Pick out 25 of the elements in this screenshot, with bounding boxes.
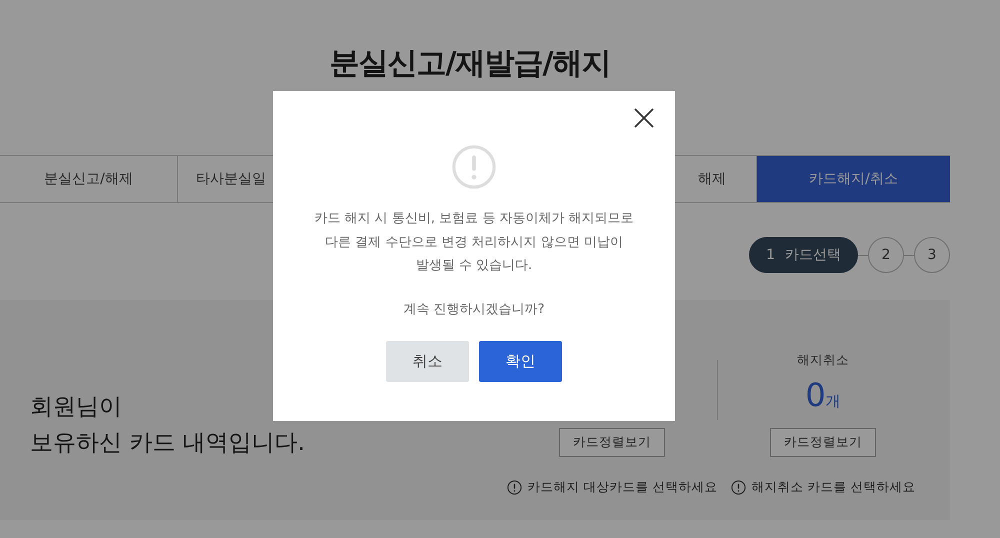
step-number: 3 bbox=[928, 247, 936, 263]
alert-icon bbox=[506, 480, 522, 495]
close-icon[interactable] bbox=[633, 107, 655, 129]
sort-cards-button[interactable]: 카드정렬보기 bbox=[559, 428, 665, 457]
tab[interactable]: 카드해지/취소 bbox=[757, 156, 950, 202]
count-unit: 개 bbox=[826, 392, 841, 411]
hint-text: 해지취소 카드를 선택하세요 bbox=[752, 479, 916, 496]
page-title: 분실신고/재발급/해지 bbox=[330, 45, 610, 83]
dialog-message: 다른 결제 수단으로 변경 처리하시지 않으면 미납이 bbox=[325, 234, 623, 252]
confirm-button[interactable]: 확인 bbox=[479, 340, 562, 382]
cancel-button[interactable]: 취소 bbox=[386, 340, 469, 382]
step-label: 카드선택 bbox=[785, 246, 841, 264]
count-label: 해지취소 bbox=[797, 352, 849, 369]
dialog-message: 발생될 수 있습니다. bbox=[416, 257, 532, 275]
greeting-subtitle: 보유하신 카드 내역입니다. bbox=[30, 429, 305, 458]
dialog-question: 계속 진행하시겠습니까? bbox=[403, 300, 545, 318]
hint-text: 카드해지 대상카드를 선택하세요 bbox=[528, 479, 718, 496]
greeting-text: 회원님이 bbox=[30, 393, 123, 422]
dialog-message: 카드 해지 시 통신비, 보험료 등 자동이체가 해지되므로 bbox=[314, 210, 634, 228]
count-value: 0 bbox=[805, 376, 826, 414]
alert-icon bbox=[730, 480, 746, 495]
sort-cards-button[interactable]: 카드정렬보기 bbox=[770, 428, 876, 457]
warning-icon bbox=[451, 144, 497, 190]
step-number: 1 bbox=[766, 247, 775, 263]
step-number: 2 bbox=[882, 247, 890, 263]
